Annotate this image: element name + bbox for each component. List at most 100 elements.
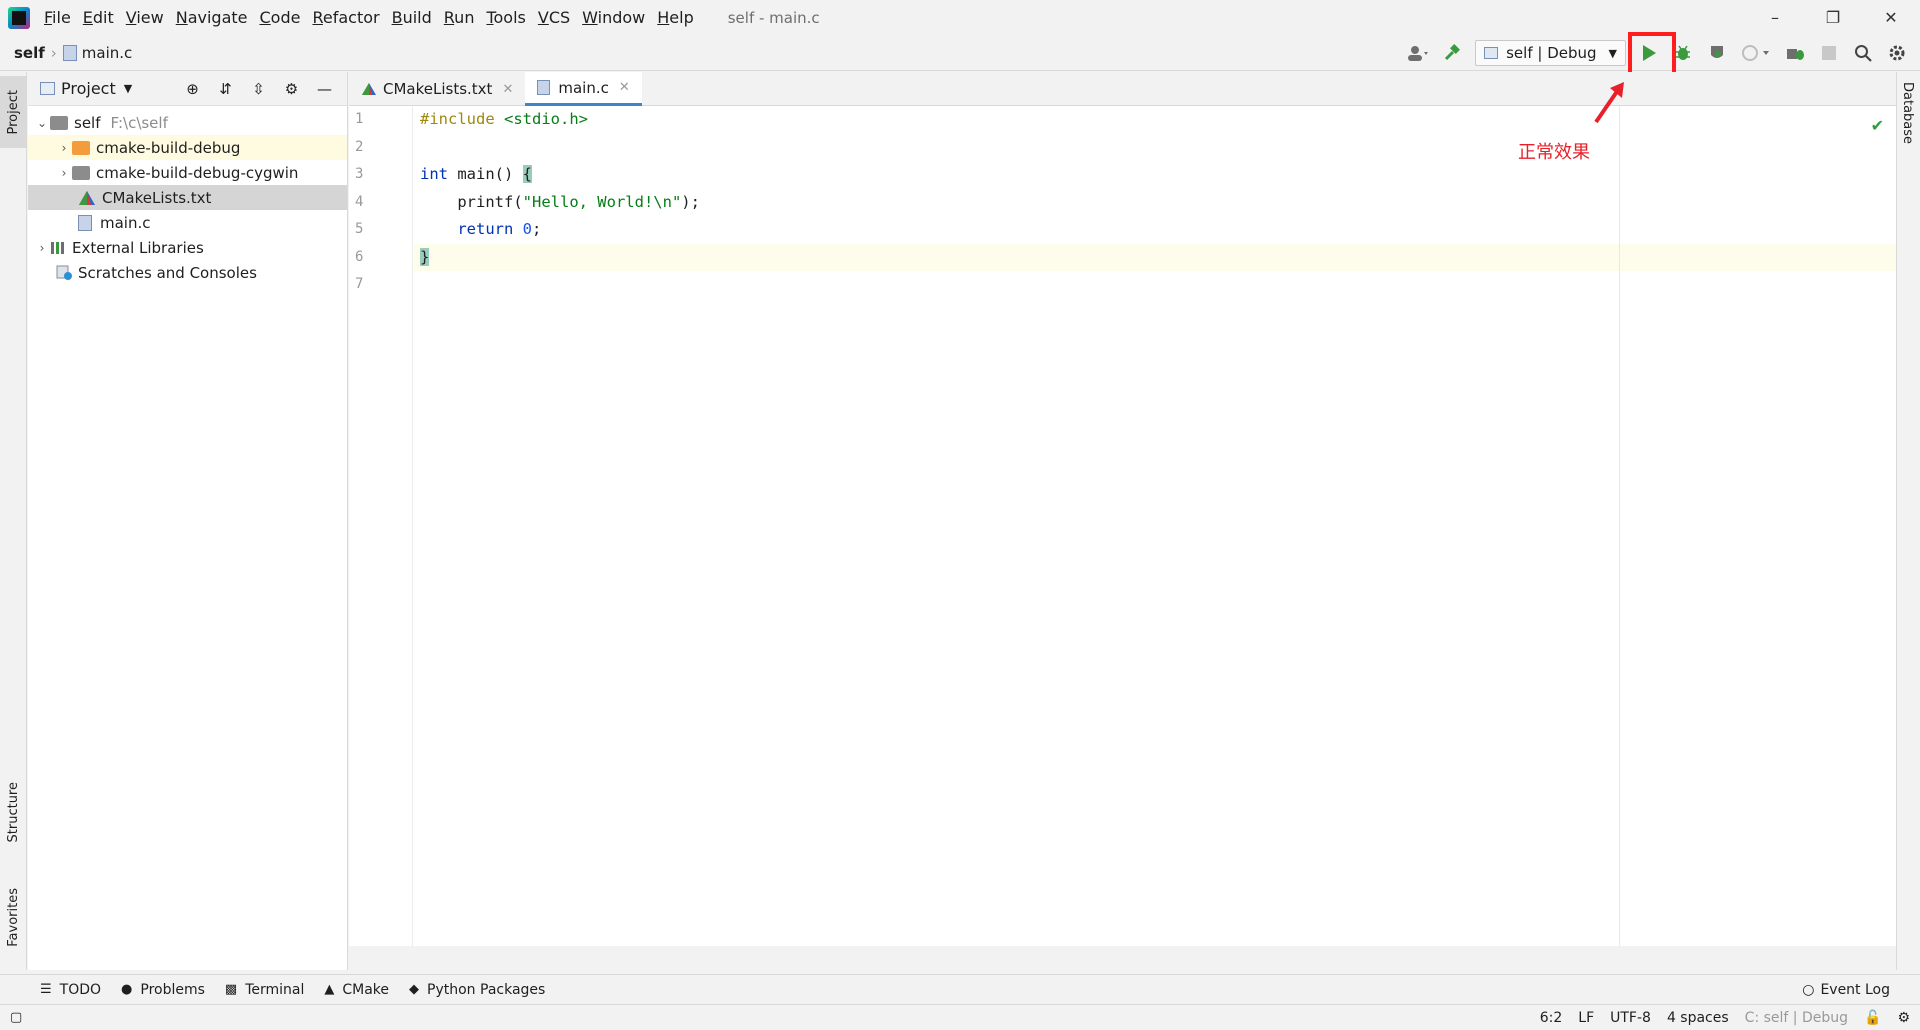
chevron-right-icon[interactable]: ›	[34, 241, 50, 255]
code-text: );	[681, 192, 700, 211]
profile-icon[interactable]	[1734, 38, 1778, 68]
attach-debugger-icon[interactable]	[1778, 38, 1812, 68]
line-number-gutter: 1 2 3 4 5 6 7	[349, 106, 413, 946]
expand-all-icon[interactable]: ⇵	[209, 74, 242, 104]
project-panel: Project ▼ ⊕ ⇵ ⇳ ⚙ — ⌄ self F:\c\self › c…	[28, 72, 348, 970]
matched-brace: {	[522, 165, 532, 183]
tool-label: Terminal	[245, 981, 305, 998]
breadcrumb-file[interactable]: main.c	[82, 44, 133, 62]
info-icon: ●	[121, 982, 133, 997]
chevron-down-icon[interactable]: ▼	[124, 82, 132, 95]
menu-vcs[interactable]: VCS	[532, 0, 576, 35]
menu-file[interactable]: File	[38, 0, 77, 35]
tree-item-scratches[interactable]: Scratches and Consoles	[28, 260, 347, 285]
close-window-button[interactable]: ✕	[1862, 0, 1920, 35]
tree-item-label: main.c	[100, 213, 151, 232]
indent-setting[interactable]: 4 spaces	[1667, 1010, 1729, 1026]
status-widgets: 6:2 LF UTF-8 4 spaces C: self | Debug 🔓 …	[1524, 1010, 1910, 1026]
tool-python-packages[interactable]: ◆ Python Packages	[409, 982, 545, 998]
file-encoding[interactable]: UTF-8	[1610, 1010, 1651, 1026]
menu-build[interactable]: Build	[386, 0, 438, 35]
breadcrumb-project[interactable]: self	[14, 44, 45, 62]
tool-problems[interactable]: ● Problems	[121, 982, 205, 998]
include-header: <stdio.h>	[504, 110, 588, 128]
tab-project-label: Project	[6, 89, 21, 135]
search-icon[interactable]	[1846, 38, 1880, 68]
run-with-coverage-icon[interactable]	[1700, 38, 1734, 68]
tab-cmakelists[interactable]: CMakeLists.txt ✕	[349, 72, 525, 106]
close-icon[interactable]: ✕	[502, 82, 513, 97]
chevron-right-icon[interactable]: ›	[56, 141, 72, 155]
editor-tabs: CMakeLists.txt ✕ main.c ✕	[349, 72, 1896, 106]
packages-icon: ◆	[409, 982, 420, 997]
cmake-icon	[79, 190, 95, 205]
line-number: 3	[355, 166, 364, 182]
chevron-right-icon[interactable]: ›	[56, 166, 72, 180]
tab-favorites[interactable]: Favorites	[0, 872, 27, 962]
breadcrumb-separator-icon: ›	[50, 43, 57, 62]
menu-refactor[interactable]: Refactor	[306, 0, 385, 35]
restore-button[interactable]: ❐	[1804, 0, 1862, 35]
menu-label-rest: ile	[52, 8, 71, 27]
menu-tools[interactable]: Tools	[480, 0, 531, 35]
tab-main-c[interactable]: main.c ✕	[525, 72, 642, 106]
tree-item-external-libraries[interactable]: › External Libraries	[28, 235, 347, 260]
settings-gear-icon[interactable]	[1880, 38, 1914, 68]
project-panel-title[interactable]: Project	[61, 79, 116, 98]
tree-item-cmake-build-debug[interactable]: › cmake-build-debug	[28, 135, 347, 160]
close-icon[interactable]: ✕	[619, 80, 630, 95]
caret-position[interactable]: 6:2	[1540, 1010, 1563, 1026]
memory-indicator-icon[interactable]: ⚙	[1897, 1010, 1910, 1026]
menu-edit[interactable]: Edit	[77, 0, 120, 35]
resolve-context[interactable]: C: self | Debug	[1745, 1010, 1848, 1026]
lock-icon[interactable]: 🔓	[1864, 1010, 1881, 1026]
chevron-down-icon[interactable]: ⌄	[34, 116, 50, 130]
stop-icon[interactable]	[1812, 38, 1846, 68]
locate-target-icon[interactable]: ⊕	[176, 74, 209, 104]
menu-navigate[interactable]: Navigate	[170, 0, 254, 35]
tab-project[interactable]: Project	[0, 76, 27, 148]
minimize-button[interactable]: –	[1746, 0, 1804, 35]
tree-item-label: Scratches and Consoles	[78, 263, 257, 282]
collapse-all-icon[interactable]: ⇳	[242, 74, 275, 104]
tree-item-label: cmake-build-debug-cygwin	[96, 163, 299, 182]
line-number: 5	[355, 221, 364, 237]
tool-event-log[interactable]: ○ Event Log	[1802, 982, 1890, 998]
tree-item-cmakelists[interactable]: CMakeLists.txt	[28, 185, 347, 210]
string-literal: "Hello, World!\n"	[522, 192, 682, 211]
user-icon[interactable]	[1401, 38, 1435, 68]
code-area[interactable]: #include <stdio.h> int main() { printf("…	[414, 106, 1896, 946]
tree-root[interactable]: ⌄ self F:\c\self	[28, 110, 347, 135]
tab-database[interactable]: Database	[1900, 82, 1915, 144]
right-tool-strip: Database	[1896, 72, 1920, 970]
tab-structure[interactable]: Structure	[0, 772, 27, 852]
line-separator[interactable]: LF	[1578, 1010, 1594, 1026]
no-problems-check-icon[interactable]: ✔	[1871, 116, 1884, 135]
menu-mnemonic: V	[125, 8, 137, 27]
left-tool-strip: Project Structure Favorites	[0, 72, 27, 970]
toggle-tool-windows-icon[interactable]: ▢	[10, 1010, 22, 1025]
tool-terminal[interactable]: ▩ Terminal	[225, 982, 304, 998]
gear-icon[interactable]: ⚙	[275, 74, 308, 104]
tree-item-cmake-build-debug-cygwin[interactable]: › cmake-build-debug-cygwin	[28, 160, 347, 185]
menu-help[interactable]: Help	[651, 0, 699, 35]
tree-item-main-c[interactable]: main.c	[28, 210, 347, 235]
menu-mnemonic: H	[657, 8, 670, 27]
hide-panel-icon[interactable]: —	[308, 74, 341, 104]
build-hammer-icon[interactable]	[1435, 38, 1469, 68]
menu-code[interactable]: Code	[254, 0, 307, 35]
menu-run[interactable]: Run	[438, 0, 481, 35]
tool-todo[interactable]: ☰ TODO	[40, 982, 101, 998]
line-number: 6	[355, 248, 364, 265]
tool-label: TODO	[59, 981, 102, 998]
tool-cmake[interactable]: ▲ CMake	[324, 982, 389, 998]
menu-view[interactable]: View	[120, 0, 170, 35]
folder-icon	[72, 165, 90, 180]
menu-window[interactable]: Window	[576, 0, 651, 35]
tool-label: Problems	[140, 981, 205, 998]
tool-label: CMake	[342, 981, 390, 998]
tree-item-label: CMakeLists.txt	[102, 188, 212, 207]
tree-item-label: cmake-build-debug	[96, 138, 241, 157]
run-configuration-dropdown[interactable]: self | Debug ▼	[1475, 40, 1626, 66]
